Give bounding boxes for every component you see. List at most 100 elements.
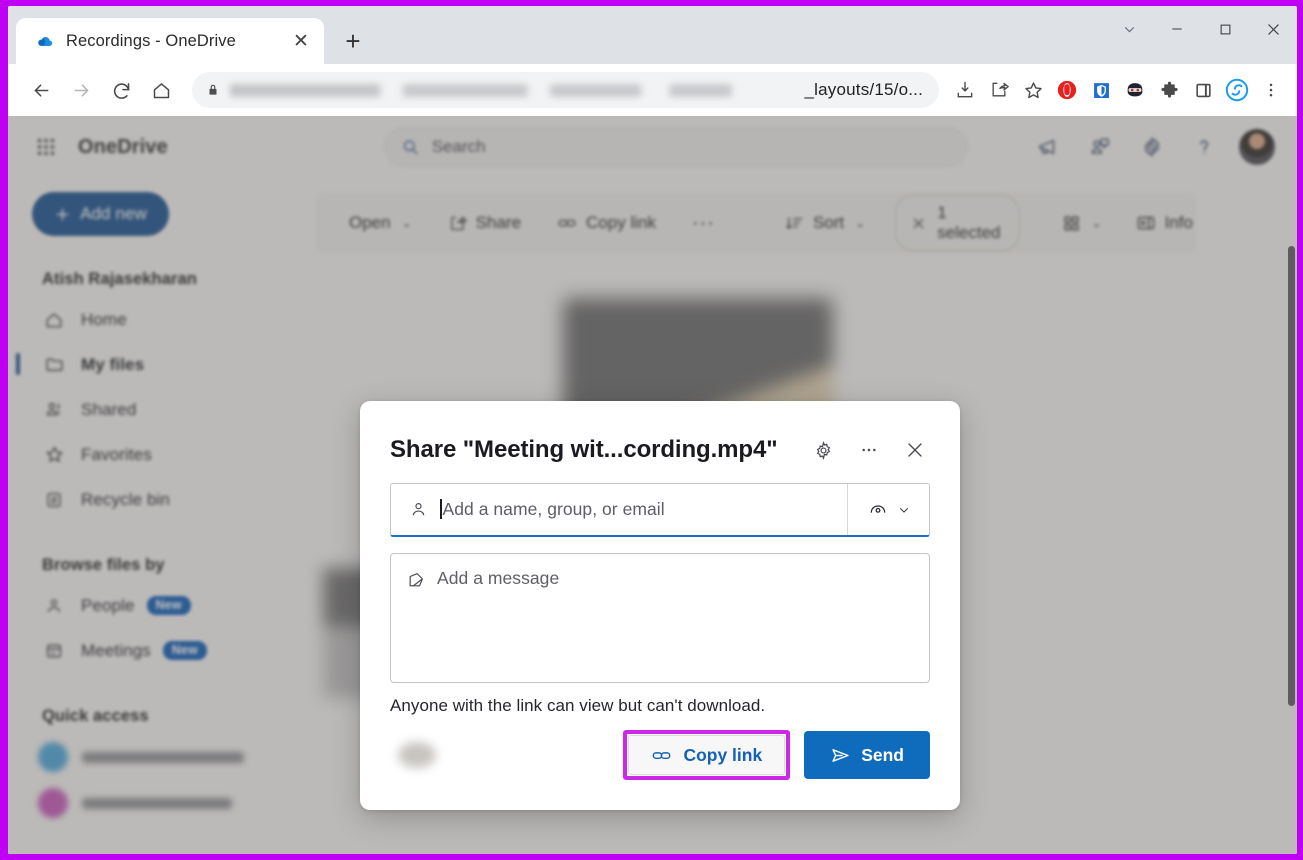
sidebar: Add new Atish Rajasekharan Home My fi <box>8 178 313 854</box>
settings-gear-icon[interactable] <box>808 435 838 465</box>
sidebar-item-label: Meetings <box>81 641 151 661</box>
annotation-frame: Recordings - OneDrive ✕ + <box>0 0 1303 860</box>
sidebar-item-label: Shared <box>81 400 136 420</box>
onedrive-brand-title[interactable]: OneDrive <box>78 136 168 159</box>
sidebar-item-shared[interactable]: Shared <box>8 387 299 432</box>
feedback-icon[interactable] <box>1083 130 1117 164</box>
quick-access-label-blurred <box>82 752 244 763</box>
share-dialog-footer: Copy link Send <box>390 730 930 780</box>
megaphone-icon[interactable] <box>1031 130 1065 164</box>
home-icon[interactable] <box>142 71 180 109</box>
search-input[interactable]: Search <box>384 127 968 167</box>
sidebar-item-my-files[interactable]: My files <box>8 342 299 387</box>
ublock-extension-icon[interactable] <box>1085 74 1117 106</box>
avatar[interactable] <box>1239 129 1275 165</box>
tab-close-icon[interactable]: ✕ <box>288 28 314 54</box>
address-bar-url-blurred <box>230 84 797 97</box>
sidebar-item-people[interactable]: People New <box>8 583 299 628</box>
new-badge: New <box>147 596 191 616</box>
app-launcher-icon[interactable] <box>24 125 68 169</box>
close-x-icon[interactable] <box>900 435 930 465</box>
opera-extension-icon[interactable] <box>1051 74 1083 106</box>
reload-icon[interactable] <box>102 71 140 109</box>
copy-link-button[interactable]: Copy link <box>628 735 785 775</box>
content-scrollbar[interactable] <box>1288 246 1295 706</box>
link-icon <box>651 745 672 766</box>
sort-label: Sort <box>813 213 844 233</box>
sidebar-item-label: Home <box>81 310 127 330</box>
tab-search-chevron-down-icon[interactable] <box>1105 6 1153 52</box>
quick-access-label-blurred <box>82 798 232 809</box>
onedrive-suite-header: OneDrive Search <box>8 116 1297 178</box>
share-message-field[interactable]: Add a message <box>390 553 930 683</box>
open-button[interactable]: Open ⌄ <box>339 207 422 239</box>
ninja-extension-icon[interactable] <box>1119 74 1151 106</box>
recipient-input[interactable]: Add a name, group, or email <box>391 484 847 535</box>
share-icon[interactable] <box>983 74 1015 106</box>
copy-link-button[interactable]: Copy link <box>547 207 666 239</box>
share-dialog-header: Share "Meeting wit...cording.mp4" <box>390 401 930 483</box>
person-icon <box>42 596 66 616</box>
grammarly-extension-icon[interactable] <box>1221 74 1253 106</box>
window-maximize-button[interactable] <box>1201 6 1249 52</box>
share-icon <box>448 214 467 233</box>
link-icon <box>557 213 577 233</box>
chevron-down-icon: ⌄ <box>402 216 412 230</box>
browser-tabstrip: Recordings - OneDrive ✕ + <box>8 6 1297 64</box>
message-placeholder: Add a message <box>437 568 559 589</box>
sidebar-item-label: Recycle bin <box>81 490 170 510</box>
browser-menu-icon[interactable] <box>1255 74 1287 106</box>
new-tab-button[interactable]: + <box>336 24 370 58</box>
calendar-icon <box>42 641 66 661</box>
search-placeholder: Search <box>432 137 486 157</box>
onedrive-cloud-icon <box>36 32 54 50</box>
add-new-button[interactable]: Add new <box>32 192 169 236</box>
more-horizontal-icon[interactable] <box>854 435 884 465</box>
sidebar-item-label: Favorites <box>81 445 152 465</box>
site-avatar-icon <box>38 788 68 818</box>
audience-selector-button[interactable] <box>847 484 929 535</box>
more-horizontal-icon[interactable]: ··· <box>682 206 725 241</box>
view-options-button[interactable]: ⌄ <box>1052 208 1112 239</box>
address-bar[interactable]: _layouts/15/o... <box>192 72 939 108</box>
help-question-icon[interactable] <box>1187 130 1221 164</box>
browser-navigation-toolbar: _layouts/15/o... <box>8 64 1297 116</box>
settings-gear-icon[interactable] <box>1135 130 1169 164</box>
sidebar-item-label: People <box>81 596 135 616</box>
bookmark-star-icon[interactable] <box>1017 74 1049 106</box>
copy-link-label: Copy link <box>586 213 656 233</box>
download-icon[interactable] <box>949 74 981 106</box>
window-close-button[interactable] <box>1249 6 1297 52</box>
people-icon <box>42 399 66 420</box>
info-button[interactable]: Info <box>1126 207 1203 239</box>
sidebar-item-meetings[interactable]: Meetings New <box>8 628 299 673</box>
window-minimize-button[interactable] <box>1153 6 1201 52</box>
forward-arrow-icon[interactable] <box>62 71 100 109</box>
sort-button[interactable]: Sort ⌄ <box>775 207 875 239</box>
side-panel-icon[interactable] <box>1187 74 1219 106</box>
share-dialog: Share "Meeting wit...cording.mp4" <box>360 401 960 810</box>
sidebar-item-home[interactable]: Home <box>8 297 299 342</box>
footer-avatar-blurred <box>398 742 436 768</box>
sidebar-item-label: My files <box>81 355 144 375</box>
quick-access-item[interactable] <box>8 734 299 780</box>
share-button[interactable]: Share <box>438 207 531 239</box>
star-icon <box>42 444 66 465</box>
grid-view-icon <box>1062 214 1081 233</box>
selection-count-pill[interactable]: 1 selected <box>895 195 1019 251</box>
send-button[interactable]: Send <box>804 731 930 779</box>
suite-action-icons <box>1031 129 1281 165</box>
back-arrow-icon[interactable] <box>22 71 60 109</box>
share-dialog-title: Share "Meeting wit...cording.mp4" <box>390 436 778 464</box>
add-new-label: Add new <box>80 204 147 224</box>
share-recipients-field[interactable]: Add a name, group, or email <box>390 483 930 537</box>
close-x-icon[interactable] <box>910 215 927 232</box>
compose-pencil-icon <box>407 570 426 589</box>
sidebar-item-favorites[interactable]: Favorites <box>8 432 299 477</box>
info-label: Info <box>1165 213 1193 233</box>
recycle-bin-icon <box>42 490 66 510</box>
puzzle-extensions-icon[interactable] <box>1153 74 1185 106</box>
quick-access-item[interactable] <box>8 780 299 826</box>
browser-tab-recordings[interactable]: Recordings - OneDrive ✕ <box>16 18 324 64</box>
sidebar-item-recycle-bin[interactable]: Recycle bin <box>8 477 299 522</box>
